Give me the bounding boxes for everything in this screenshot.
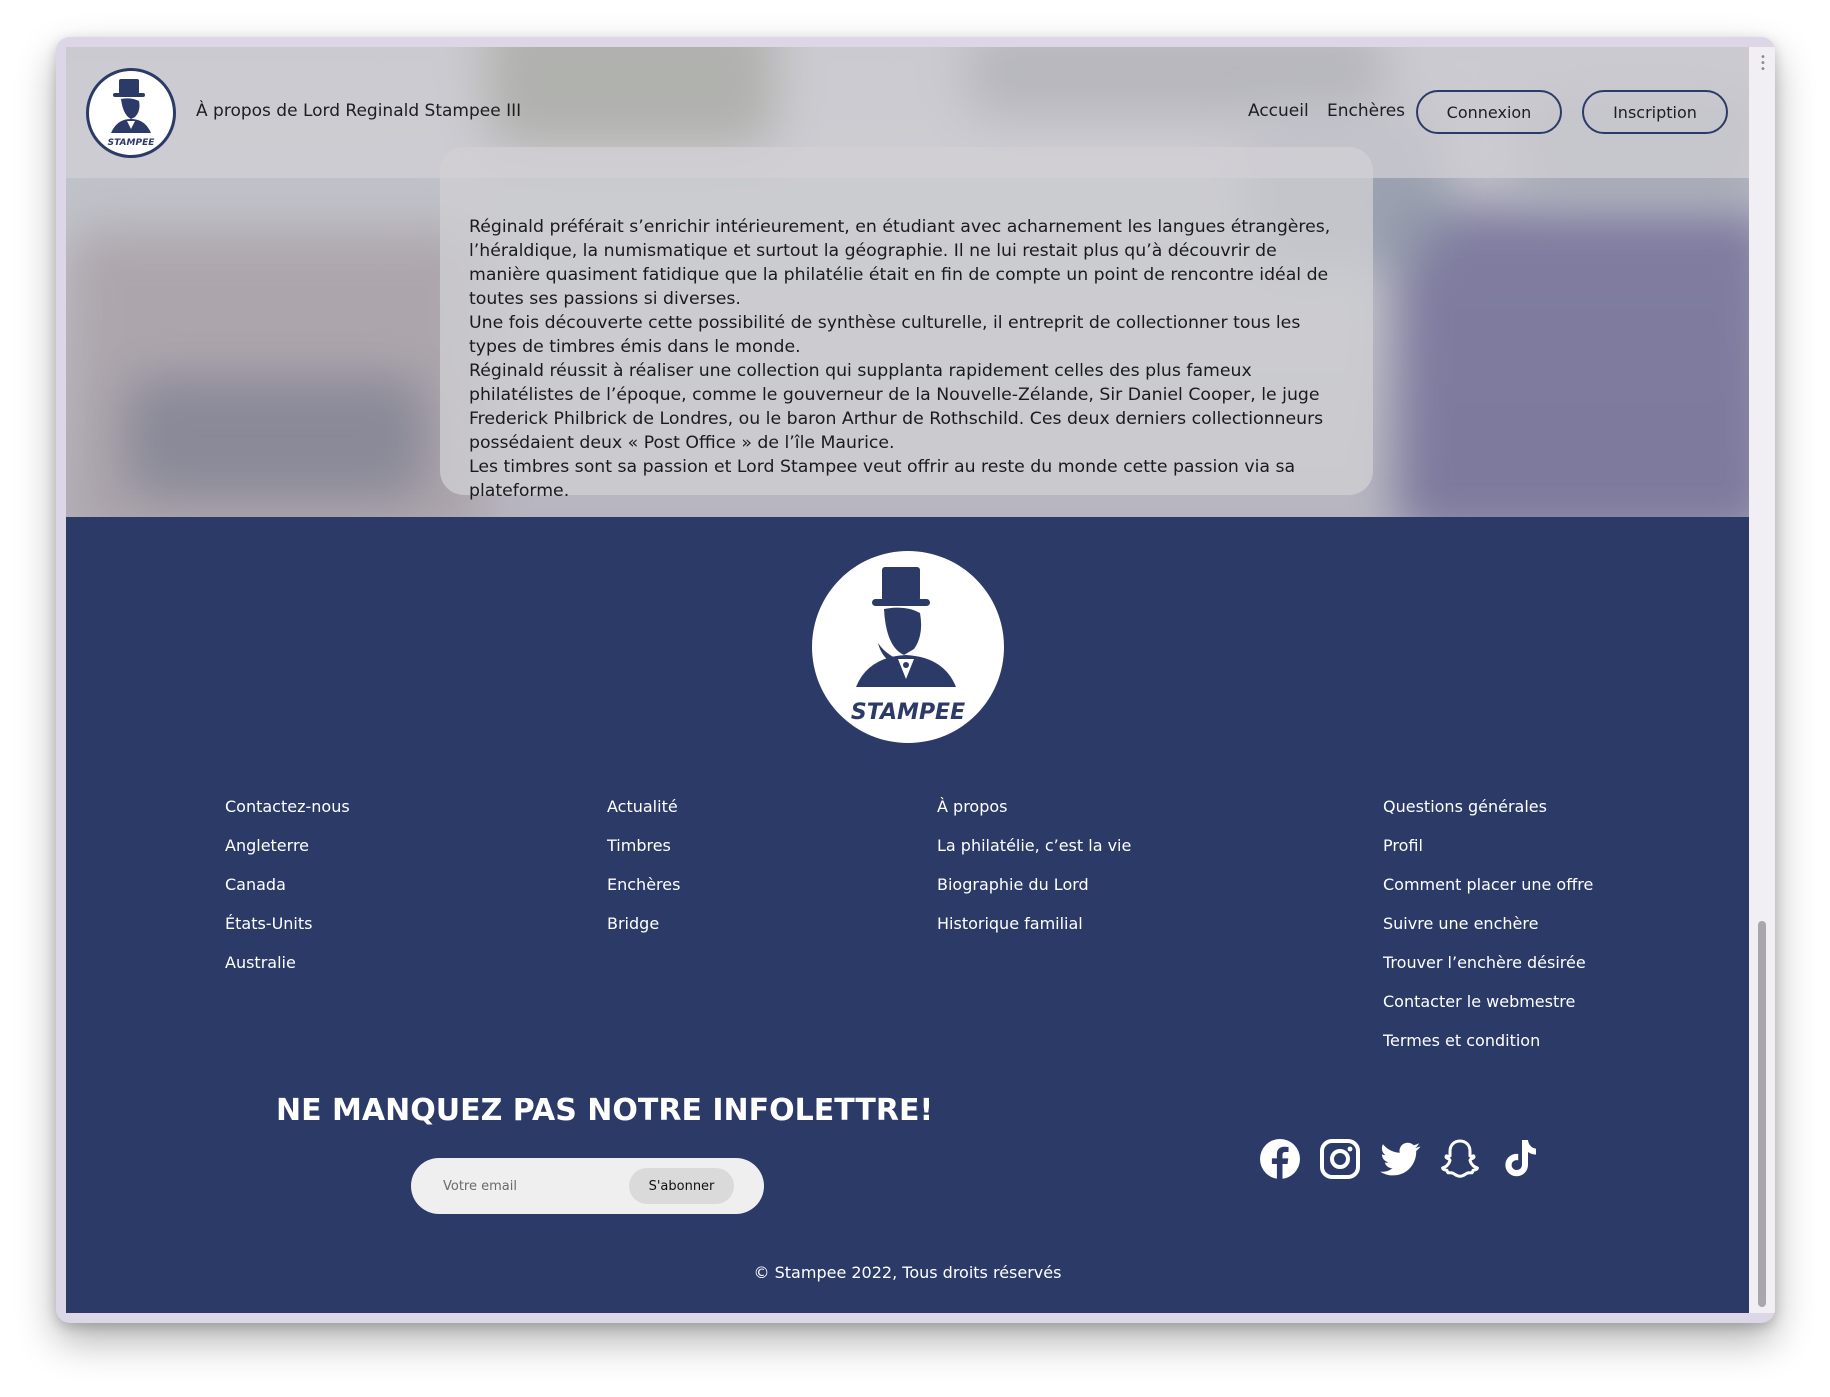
footer-link[interactable]: La philatélie, c’est la vie bbox=[937, 836, 1131, 875]
snapchat-icon[interactable] bbox=[1438, 1137, 1482, 1181]
more-options-icon[interactable]: • • • bbox=[1760, 53, 1766, 75]
footer-link[interactable]: Australie bbox=[225, 953, 350, 992]
footer-link[interactable]: Contacter le webmestre bbox=[1383, 992, 1593, 1031]
tiktok-icon[interactable] bbox=[1498, 1137, 1542, 1181]
footer-link[interactable]: Angleterre bbox=[225, 836, 350, 875]
hero-background-blur bbox=[126, 377, 426, 497]
footer-link[interactable]: Questions générales bbox=[1383, 797, 1593, 836]
facebook-icon[interactable] bbox=[1258, 1137, 1302, 1181]
newsletter-form: S'abonner bbox=[411, 1158, 764, 1214]
footer-link[interactable]: À propos bbox=[937, 797, 1131, 836]
footer-link[interactable]: Contactez-nous bbox=[225, 797, 350, 836]
subscribe-button[interactable]: S'abonner bbox=[629, 1168, 734, 1204]
footer-link[interactable]: Comment placer une offre bbox=[1383, 875, 1593, 914]
footer-link[interactable]: Actualité bbox=[607, 797, 680, 836]
gentleman-logo-icon: STAMPEE bbox=[108, 79, 156, 148]
footer-logo[interactable]: STAMPEE bbox=[812, 551, 1004, 743]
footer-link[interactable]: Suivre une enchère bbox=[1383, 914, 1593, 953]
hero-section: Réginald préférait s’enrichir intérieure… bbox=[66, 47, 1749, 517]
login-button[interactable]: Connexion bbox=[1416, 90, 1562, 134]
footer-column-contact: Contactez-nous Angleterre Canada États-U… bbox=[225, 797, 350, 992]
biography-text: Réginald préférait s’enrichir intérieure… bbox=[469, 217, 1331, 501]
footer-link[interactable]: Historique familial bbox=[937, 914, 1131, 953]
footer-link[interactable]: Biographie du Lord bbox=[937, 875, 1131, 914]
footer-link[interactable]: Timbres bbox=[607, 836, 680, 875]
footer-link[interactable]: Termes et condition bbox=[1383, 1031, 1593, 1070]
footer-column-help: Questions générales Profil Comment place… bbox=[1383, 797, 1593, 1070]
footer-link[interactable]: Canada bbox=[225, 875, 350, 914]
newsletter-title: NE MANQUEZ PAS NOTRE INFOLETTRE! bbox=[276, 1093, 934, 1128]
logo-wordmark: STAMPEE bbox=[851, 700, 965, 725]
site-logo[interactable]: STAMPEE bbox=[86, 68, 176, 158]
gentleman-logo-icon: STAMPEE bbox=[851, 567, 965, 725]
page-title: À propos de Lord Reginald Stampee III bbox=[196, 101, 522, 121]
footer-link[interactable]: États-Units bbox=[225, 914, 350, 953]
footer-link[interactable]: Bridge bbox=[607, 914, 680, 953]
biography-card: Réginald préférait s’enrichir intérieure… bbox=[440, 147, 1373, 501]
footer-link[interactable]: Trouver l’enchère désirée bbox=[1383, 953, 1593, 992]
site-header: STAMPEE À propos de Lord Reginald Stampe… bbox=[66, 47, 1749, 178]
twitter-icon[interactable] bbox=[1378, 1137, 1422, 1181]
page-scrollbar[interactable]: • • • bbox=[1749, 47, 1775, 1313]
copyright-text: © Stampee 2022, Tous droits réservés bbox=[753, 1263, 1062, 1282]
browser-window: Réginald préférait s’enrichir intérieure… bbox=[56, 37, 1775, 1323]
logo-wordmark: STAMPEE bbox=[108, 138, 156, 148]
instagram-icon[interactable] bbox=[1318, 1137, 1362, 1181]
scrollbar-thumb[interactable] bbox=[1758, 921, 1766, 1307]
footer-link[interactable]: Enchères bbox=[607, 875, 680, 914]
email-input[interactable] bbox=[441, 1166, 621, 1206]
footer-link[interactable]: Profil bbox=[1383, 836, 1593, 875]
nav-link-auctions[interactable]: Enchères bbox=[1327, 101, 1405, 121]
page-viewport: Réginald préférait s’enrichir intérieure… bbox=[66, 47, 1749, 1313]
footer-column-news: Actualité Timbres Enchères Bridge bbox=[607, 797, 680, 953]
signup-button[interactable]: Inscription bbox=[1582, 90, 1728, 134]
footer-column-about: À propos La philatélie, c’est la vie Bio… bbox=[937, 797, 1131, 953]
nav-link-home[interactable]: Accueil bbox=[1248, 101, 1309, 121]
hero-background-blur bbox=[1396, 207, 1749, 517]
